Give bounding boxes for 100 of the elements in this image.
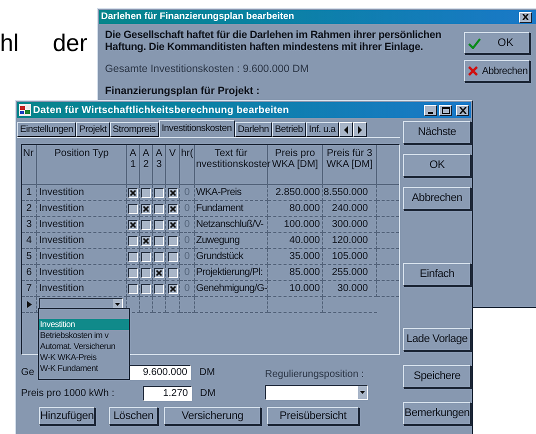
table-cell: 8.550.000 — [323, 185, 377, 201]
checkbox[interactable] — [154, 204, 164, 214]
tab[interactable]: Betrieb — [272, 122, 306, 137]
checkbox[interactable] — [154, 188, 164, 198]
close-button[interactable] — [519, 12, 532, 22]
table-cell: Investition — [37, 201, 127, 217]
action-button[interactable]: Abbrechen — [403, 187, 471, 210]
checkbox[interactable] — [128, 204, 138, 214]
tab[interactable]: Einstellungen — [17, 122, 76, 137]
action-button[interactable]: Bemerkungen — [403, 402, 471, 425]
row-number: 7 — [22, 281, 37, 297]
tab[interactable]: Projekt — [76, 122, 110, 137]
checkbox[interactable] — [141, 284, 151, 294]
action-button[interactable]: Lade Vorlage — [403, 328, 471, 351]
app-icon — [19, 104, 31, 116]
cross-icon — [156, 270, 162, 276]
table-cell: Netzanschluß/V- — [195, 217, 268, 233]
table-cell: Grundstück — [195, 249, 268, 265]
cancel-button[interactable]: Abbrechen — [464, 60, 530, 82]
row-pointer-icon — [26, 301, 32, 308]
checkbox[interactable] — [154, 252, 164, 262]
action-button[interactable]: Versicherung — [164, 407, 261, 425]
checkbox[interactable] — [154, 284, 164, 294]
unit-label: DM — [200, 387, 216, 401]
tab[interactable]: Investitionskosten — [158, 120, 235, 137]
column-header: A 3 — [153, 145, 166, 185]
checkbox[interactable] — [154, 220, 164, 230]
table-cell: Zuwegung — [195, 233, 268, 249]
checkbox[interactable] — [154, 268, 164, 278]
minimize-button[interactable] — [424, 104, 437, 116]
checkbox[interactable] — [168, 188, 178, 198]
ok-button[interactable]: OK — [464, 32, 530, 54]
action-button[interactable]: Preisübersicht — [267, 407, 359, 425]
column-header: Text für nvestitionskoster — [195, 145, 268, 185]
column-header: Preis für 3 WKA [DM] — [323, 145, 377, 185]
tab[interactable]: Darlehn — [234, 122, 272, 137]
table-cell: Projektierung/Pl: — [195, 265, 268, 281]
table-cell: 300.000 — [323, 217, 377, 233]
checkbox[interactable] — [141, 236, 151, 246]
maximize-button[interactable] — [439, 104, 452, 116]
action-button[interactable]: Hinzufügen — [39, 407, 95, 425]
checkbox[interactable] — [141, 188, 151, 198]
action-button[interactable]: Einfach — [403, 263, 471, 286]
checkbox[interactable] — [141, 220, 151, 230]
row-number: 3 — [22, 217, 37, 233]
checkbox[interactable] — [128, 252, 138, 262]
table-cell: 120.000 — [323, 233, 377, 249]
dropdown-field[interactable] — [265, 385, 368, 400]
checkbox[interactable] — [168, 268, 178, 278]
triangle-right-icon — [356, 126, 363, 134]
maximize-icon — [442, 106, 450, 114]
checkbox[interactable] — [168, 220, 178, 230]
checkbox[interactable] — [128, 236, 138, 246]
total-costs-text: Gesamte Investitionskosten : 9.600.000 DM — [105, 62, 310, 77]
checkbox[interactable] — [141, 268, 151, 278]
input-field[interactable]: 1.270 — [143, 386, 192, 401]
column-header: V — [166, 145, 180, 185]
checkbox[interactable] — [168, 204, 178, 214]
table-cell: Genehmigung/G- — [195, 281, 268, 297]
dropdown-option[interactable]: Investition — [39, 319, 129, 330]
dropdown-option[interactable]: Automat. Versicherun — [39, 341, 129, 352]
table-cell: 105.000 — [323, 249, 377, 265]
cross-icon — [170, 206, 176, 212]
cross-icon — [143, 238, 149, 244]
scroll-left-button[interactable] — [338, 122, 353, 137]
window-title: Darlehen für Finanzierungsplan bearbeiten — [101, 12, 294, 22]
action-button[interactable]: Nächste — [403, 121, 471, 144]
checkbox[interactable] — [168, 252, 178, 262]
checkbox[interactable] — [141, 204, 151, 214]
row-number: 6 — [22, 265, 37, 281]
action-button[interactable]: Löschen — [109, 407, 158, 425]
field-label: Ge — [21, 366, 34, 380]
action-button[interactable]: Speichere — [403, 365, 471, 388]
checkbox[interactable] — [128, 284, 138, 294]
row-number: 2 — [22, 201, 37, 217]
table-cell: 30.000 — [323, 281, 377, 297]
action-button[interactable]: OK — [403, 154, 471, 177]
table-cell: Investition — [37, 281, 127, 297]
close-icon — [468, 66, 478, 76]
table-cell: Fundament — [195, 201, 268, 217]
document-text: der — [52, 29, 88, 59]
close-button[interactable] — [456, 104, 469, 116]
checkbox[interactable] — [128, 188, 138, 198]
tab[interactable]: Strompreis — [110, 122, 159, 137]
tab[interactable]: Inf. u.a — [306, 122, 339, 137]
table-cell: 10.000 — [268, 281, 323, 297]
checkbox[interactable] — [141, 252, 151, 262]
column-header: Position Typ — [37, 145, 127, 185]
checkbox[interactable] — [128, 220, 138, 230]
table-cell: 2.850.000 — [268, 185, 323, 201]
checkbox[interactable] — [154, 236, 164, 246]
dropdown-option[interactable]: Betriebskosten im v — [39, 330, 129, 341]
scroll-right-button[interactable] — [352, 122, 367, 137]
checkbox[interactable] — [128, 268, 138, 278]
dropdown-option[interactable]: W-K WKA-Preis — [39, 352, 129, 363]
checkbox[interactable] — [168, 284, 178, 294]
notice-text: Die Gesellschaft haftet für die Darlehen im Rahmen ihrer persönlichen Haftung. Die Kommanditisten haften mindestens mit ihrer Einlage. — [105, 29, 442, 53]
field-label: Preis pro 1000 kWh : — [21, 387, 116, 401]
checkbox[interactable] — [168, 236, 178, 246]
column-header: hr( — [180, 145, 195, 185]
